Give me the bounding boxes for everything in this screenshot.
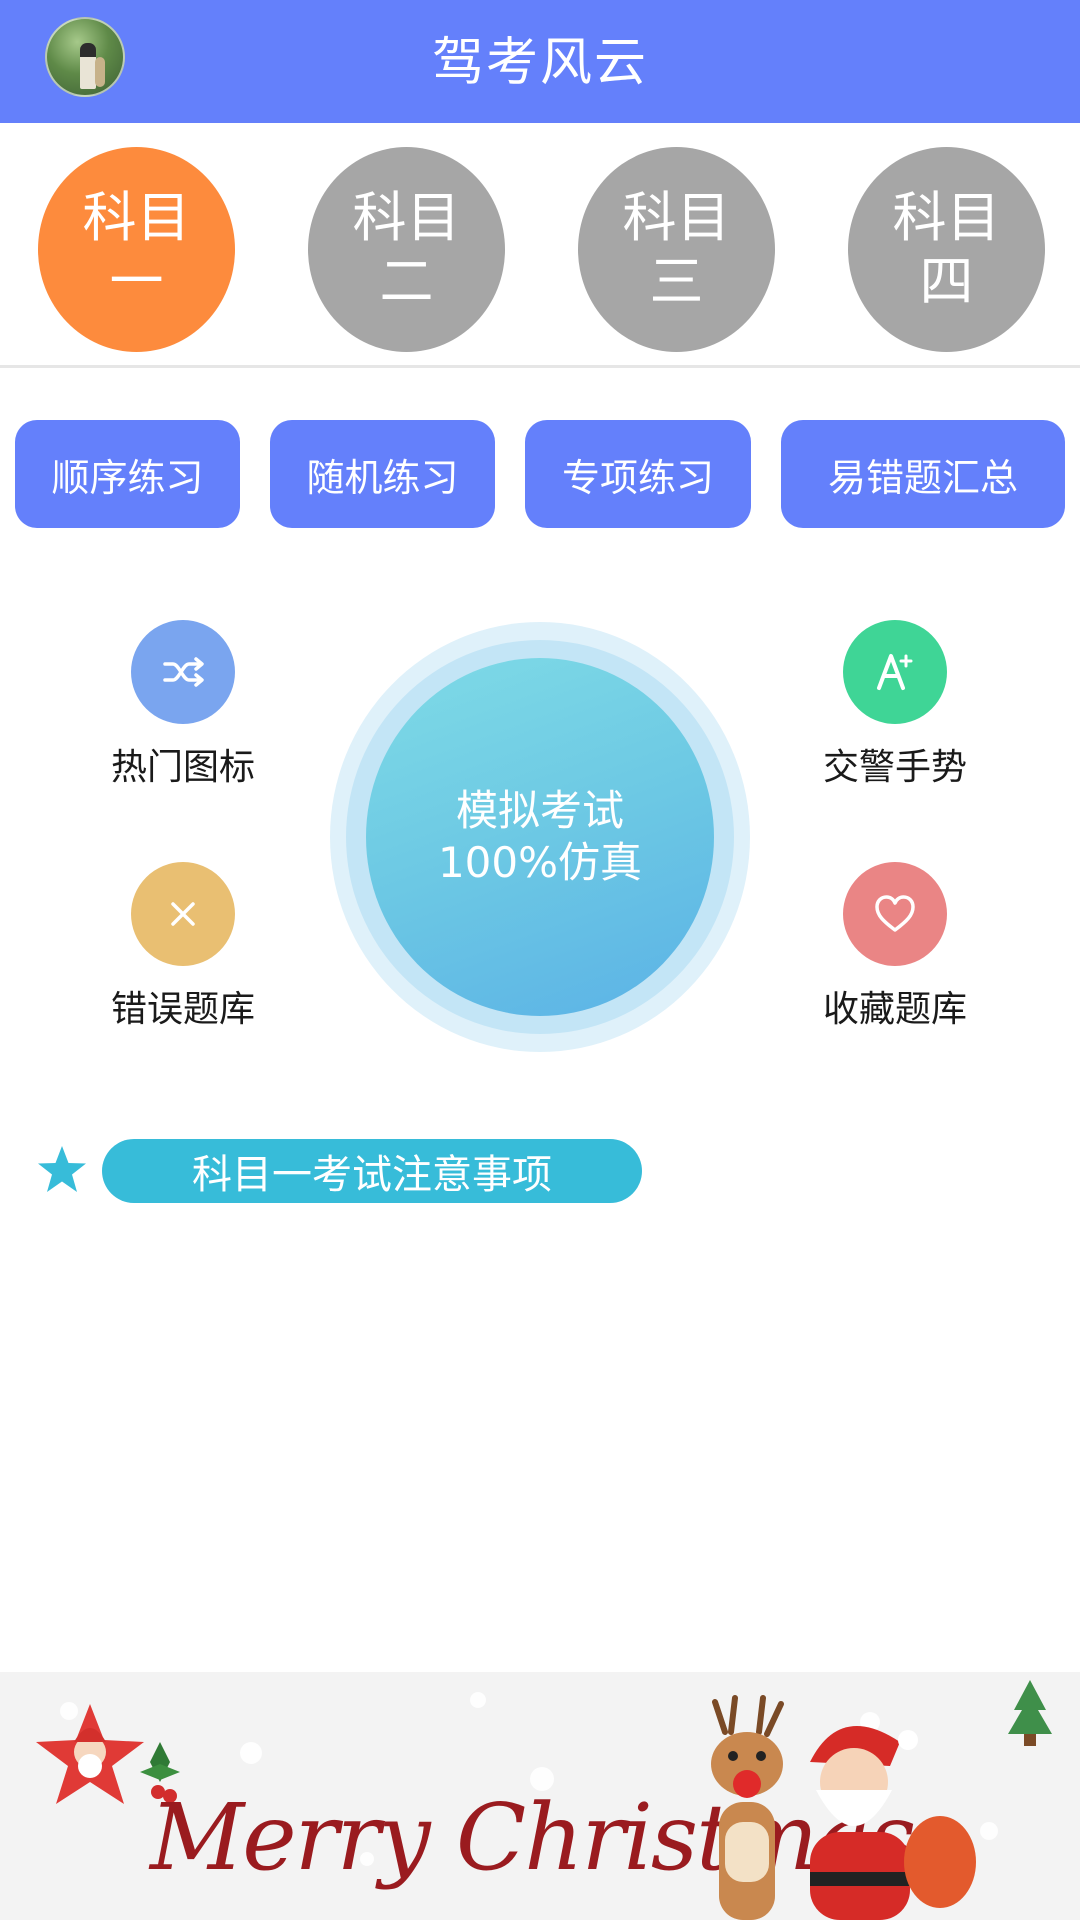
subject-selector: 科目 一 科目 二 科目 三 科目 四 — [0, 123, 1080, 368]
snowflake — [240, 1742, 262, 1764]
a-plus-icon — [843, 620, 947, 724]
christmas-tree-decoration — [1008, 1680, 1052, 1746]
random-practice-button[interactable]: 随机练习 — [270, 420, 495, 528]
subject-4-button[interactable]: 科目 四 — [848, 147, 1045, 352]
shuffle-icon — [131, 620, 235, 724]
app-header: 驾考风云 — [0, 0, 1080, 123]
wrong-question-bank-feature[interactable]: 错误题库 — [93, 862, 273, 1032]
favorite-question-bank-label: 收藏题库 — [822, 989, 967, 1030]
subject-2-button[interactable]: 科目 二 — [308, 147, 505, 352]
snowflake — [470, 1692, 486, 1708]
christmas-banner[interactable]: Merry Christmas — [0, 1672, 1080, 1920]
subject-label: 科目 — [82, 185, 191, 249]
subject-number: 二 — [379, 249, 434, 313]
subject-number: 三 — [649, 249, 704, 313]
subject-label: 科目 — [622, 185, 731, 249]
mock-exam-button[interactable]: 模拟考试 100%仿真 — [366, 658, 714, 1016]
star-icon — [38, 1146, 86, 1192]
mock-exam-subtitle: 100%仿真 — [437, 838, 643, 887]
wrong-question-bank-label: 错误题库 — [110, 989, 255, 1030]
special-practice-button[interactable]: 专项练习 — [525, 420, 751, 528]
subject-number: 四 — [919, 249, 974, 313]
close-icon — [131, 862, 235, 966]
heart-icon — [843, 862, 947, 966]
mock-exam-label: 模拟考试 — [455, 786, 624, 835]
traffic-gestures-feature[interactable]: 交警手势 — [805, 620, 985, 790]
subject-1-button[interactable]: 科目 一 — [38, 147, 235, 352]
subject-label: 科目 — [352, 185, 461, 249]
favorite-question-bank-feature[interactable]: 收藏题库 — [805, 862, 985, 1032]
hot-signs-feature[interactable]: 热门图标 — [93, 620, 273, 790]
traffic-gestures-label: 交警手势 — [822, 747, 967, 788]
snowflake — [980, 1822, 998, 1840]
hot-signs-label: 热门图标 — [110, 747, 255, 788]
subject-number: 一 — [109, 249, 164, 313]
app-title: 驾考风云 — [431, 33, 648, 93]
exam-notice-button[interactable]: 科目一考试注意事项 — [102, 1139, 642, 1203]
santa-decoration — [810, 1726, 976, 1920]
error-prone-summary-button[interactable]: 易错题汇总 — [781, 420, 1065, 528]
subject-label: 科目 — [892, 185, 1001, 249]
sequential-practice-button[interactable]: 顺序练习 — [15, 420, 240, 528]
subject-3-button[interactable]: 科目 三 — [578, 147, 775, 352]
